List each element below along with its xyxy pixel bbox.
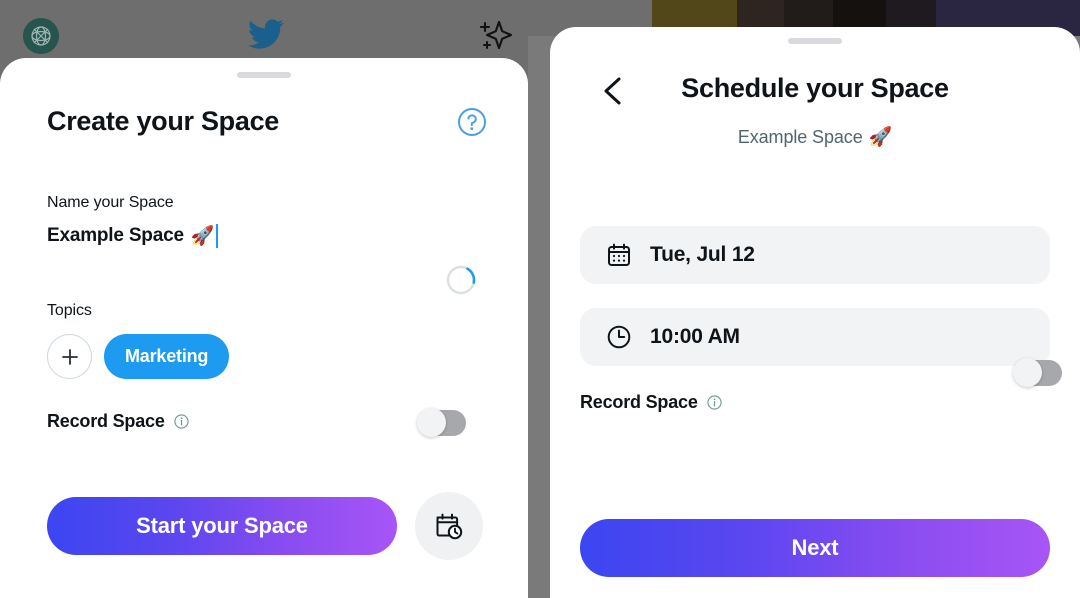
time-value: 10:00 AM [650,325,740,348]
topics-row: Marketing [47,334,230,379]
sparkle-glyph [479,20,513,50]
calendar-icon [608,243,630,266]
toggle-knob [1013,358,1042,387]
twitter-bird-icon [246,16,286,52]
record-space-row-right: Record Space [580,392,722,413]
info-glyph [707,395,722,410]
schedule-space-button[interactable] [415,492,483,560]
date-value: Tue, Jul 12 [650,243,755,266]
page-title: Schedule your Space [681,73,949,103]
left-cta-row: Start your Space [47,492,483,560]
plus-icon [61,348,78,365]
record-space-toggle-left[interactable] [417,408,466,437]
right-phone-panel: Schedule your Space Example Space 🚀 Tue, … [528,0,1080,598]
avatar-glyph [23,18,59,54]
bird-glyph [248,19,285,49]
left-title-row: Create your Space [47,106,487,137]
record-space-label: Record Space [47,411,165,431]
drag-handle[interactable] [237,72,291,78]
character-count-ring [445,264,477,296]
schedule-space-sheet: Schedule your Space Example Space 🚀 Tue, … [550,27,1080,598]
name-text: Example Space [47,225,184,246]
page-title: Create your Space [47,106,280,136]
add-topic-button[interactable] [47,334,92,379]
text-caret [216,224,219,248]
progress-ring-glyph [446,265,476,295]
sparkle-icon[interactable] [474,14,516,56]
info-glyph [174,414,189,429]
toggle-knob [417,408,446,437]
info-icon[interactable] [707,395,722,410]
subtitle-text: Example Space [737,127,863,147]
clock-icon [607,325,631,349]
rocket-emoji: 🚀 [190,226,215,247]
drag-handle[interactable] [788,38,842,44]
left-phone-panel: Create your Space Name your Space Exampl… [0,0,528,598]
info-icon[interactable] [174,414,189,429]
screenshot-root: Create your Space Name your Space Exampl… [0,0,1080,598]
topics-label: Topics [47,302,92,319]
next-button[interactable]: Next [580,519,1050,577]
time-picker-row[interactable]: 10:00 AM [580,308,1050,366]
record-space-label: Record Space [580,392,698,412]
record-space-row-left: Record Space [47,411,189,432]
rocket-emoji: 🚀 [868,127,893,148]
topic-chip[interactable]: Marketing [104,334,230,379]
space-name-subtitle: Example Space 🚀 [550,125,1080,149]
calendar-clock-icon [436,513,463,540]
profile-avatar[interactable] [23,18,59,54]
help-glyph [458,107,486,136]
name-field-label: Name your Space [47,194,174,211]
date-picker-row[interactable]: Tue, Jul 12 [580,226,1050,284]
help-circle-icon[interactable] [457,107,487,137]
start-space-button[interactable]: Start your Space [47,497,397,555]
create-space-sheet: Create your Space Name your Space Exampl… [0,58,528,598]
record-space-toggle-right[interactable] [1013,358,1062,387]
name-field-value[interactable]: Example Space 🚀 [47,224,219,248]
